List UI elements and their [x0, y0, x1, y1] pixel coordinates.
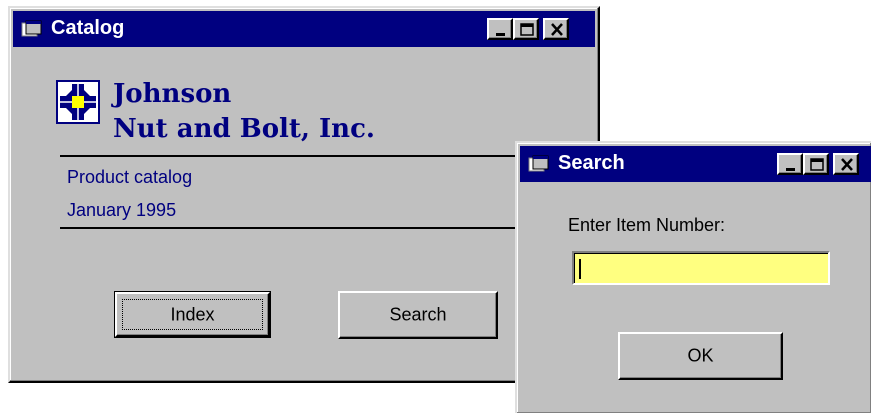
search-button-label: Search: [389, 304, 447, 325]
catalog-title: Catalog: [51, 17, 125, 39]
maximize-icon: [520, 23, 534, 36]
search-maximize-button[interactable]: [803, 153, 829, 175]
catalog-client-area: Johnson Nut and Bolt, Inc. Product catal…: [13, 47, 595, 378]
app-window-icon: [528, 155, 549, 172]
index-button[interactable]: Index: [114, 291, 271, 338]
app-window-icon: [21, 20, 42, 37]
product-catalog-label: Product catalog: [67, 167, 193, 187]
company-name-line1: Johnson: [113, 79, 232, 109]
maximize-icon: [810, 158, 824, 171]
catalog-window: Catalog Johnson Nut and Bolt, Inc. Produ…: [8, 6, 600, 383]
catalog-maximize-button[interactable]: [513, 18, 539, 40]
minimize-icon: [786, 168, 795, 171]
close-icon: [551, 23, 563, 36]
ok-button-label: OK: [687, 345, 714, 366]
catalog-close-button[interactable]: [543, 18, 569, 40]
search-titlebar[interactable]: Search: [520, 146, 871, 182]
company-name-line2: Nut and Bolt, Inc.: [113, 114, 375, 144]
minimize-icon: [496, 33, 505, 36]
search-dialog: Search Enter Item Number: OK: [515, 141, 871, 413]
search-minimize-button[interactable]: [777, 153, 803, 175]
catalog-minimize-button[interactable]: [487, 18, 513, 40]
text-cursor: [579, 259, 581, 279]
close-icon: [841, 158, 853, 171]
company-logo: [56, 80, 100, 124]
search-button[interactable]: Search: [338, 291, 498, 339]
index-button-label: Index: [170, 304, 215, 324]
search-client-area: Enter Item Number: OK: [520, 182, 871, 413]
search-close-button[interactable]: [833, 153, 859, 175]
ok-button[interactable]: OK: [618, 332, 783, 380]
divider-bottom: [60, 227, 520, 229]
item-number-input[interactable]: [572, 251, 830, 285]
catalog-date-label: January 1995: [67, 200, 177, 220]
catalog-titlebar[interactable]: Catalog: [13, 11, 595, 47]
divider-top: [60, 155, 520, 157]
search-title: Search: [558, 152, 625, 174]
item-number-prompt: Enter Item Number:: [568, 215, 726, 235]
